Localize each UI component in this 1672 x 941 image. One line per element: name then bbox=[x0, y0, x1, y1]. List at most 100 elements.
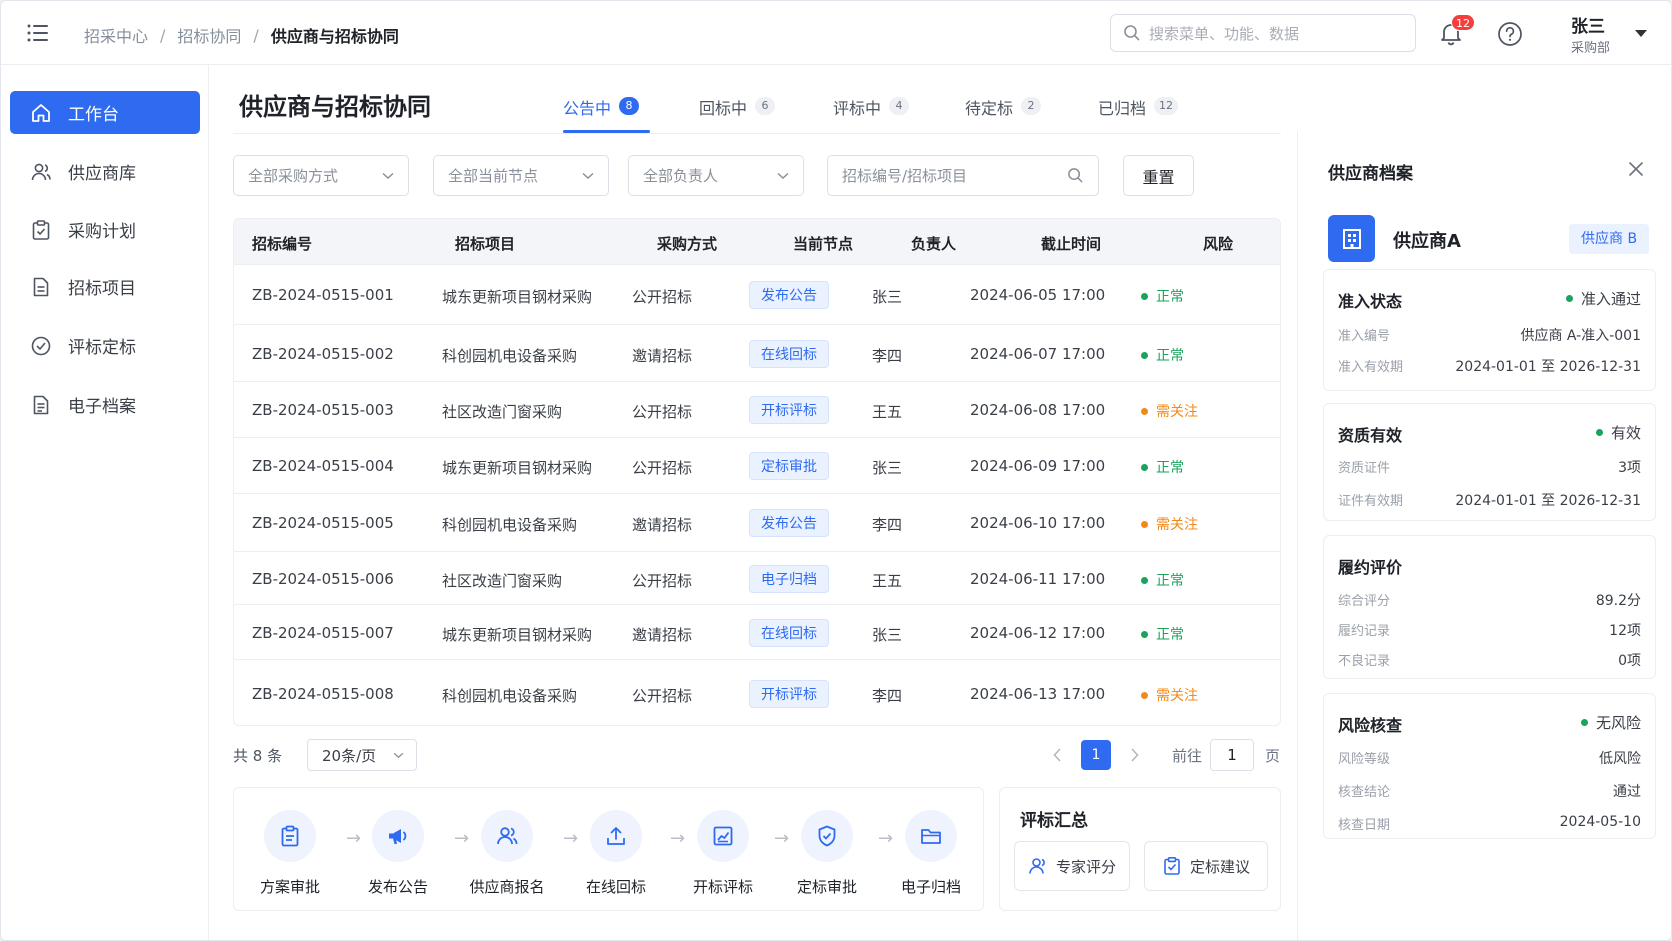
tab-pending-award[interactable]: 待定标 2 bbox=[965, 89, 1042, 133]
sidebar-item-workbench[interactable]: 工作台 bbox=[10, 91, 200, 134]
supplier-profile-panel: 供应商档案 供应商A 供应商 B 准入状态 准入通过 准入编号 供应商 A-准入-… bbox=[1297, 131, 1671, 940]
risk-text: 需关注 bbox=[1156, 517, 1198, 533]
flow-step-e-archive[interactable]: 电子归档 bbox=[886, 810, 976, 897]
award-suggestion-button[interactable]: 定标建议 bbox=[1144, 841, 1268, 891]
supplier-switch-tag[interactable]: 供应商 B bbox=[1569, 224, 1650, 254]
method-filter-select[interactable]: 全部采购方式 bbox=[233, 155, 409, 196]
reset-button[interactable]: 重置 bbox=[1123, 155, 1194, 196]
tender-search-input[interactable]: 招标编号/招标项目 bbox=[827, 155, 1099, 196]
info-value: 2024-01-01 至 2026-12-31 bbox=[1455, 359, 1641, 375]
tab-count-badge: 8 bbox=[619, 97, 640, 115]
sidebar-item-procurement-plan[interactable]: 采购计划 bbox=[10, 208, 200, 251]
tab-announcing[interactable]: 公告中 8 bbox=[563, 89, 640, 133]
table-row[interactable]: ZB-2024-0515-006 社区改造门窗采购 公开招标 王五 2024-06-11… bbox=[234, 551, 1280, 604]
page-size-select[interactable]: 20条/页 bbox=[307, 739, 417, 771]
tender-code-cell: ZB-2024-0515-001 bbox=[252, 286, 394, 304]
menu-icon[interactable] bbox=[27, 23, 49, 43]
sidebar-item-label: 供应商库 bbox=[68, 164, 136, 184]
tab-count-badge: 4 bbox=[889, 97, 910, 115]
chart-icon bbox=[713, 826, 733, 846]
status-dot bbox=[1565, 295, 1573, 302]
flow-step-registration[interactable]: 供应商报名 bbox=[462, 810, 552, 897]
flow-step-award-approval[interactable]: 定标审批 bbox=[782, 810, 872, 897]
prev-page-icon[interactable] bbox=[1053, 748, 1061, 762]
deadline-cell: 2024-06-10 17:00 bbox=[970, 514, 1106, 532]
notification-badge: 12 bbox=[1451, 14, 1475, 31]
flow-step-plan-approval[interactable]: 方案审批 bbox=[245, 810, 335, 897]
project-name-cell: 社区改造门窗采购 bbox=[442, 572, 563, 590]
global-search-input[interactable]: 搜索菜单、功能、数据 bbox=[1110, 14, 1416, 52]
tabs-divider bbox=[233, 133, 1281, 134]
risk-text: 正常 bbox=[1156, 460, 1184, 476]
goto-page-input[interactable]: 1 bbox=[1210, 739, 1254, 771]
flow-step-online-bid[interactable]: 在线回标 bbox=[571, 810, 661, 897]
current-node-tag[interactable]: 开标评标 bbox=[749, 396, 829, 424]
info-row: 资质证件 3项 bbox=[1338, 457, 1641, 477]
help-icon[interactable] bbox=[1497, 21, 1523, 47]
table-row[interactable]: ZB-2024-0515-003 社区改造门窗采购 公开招标 王五 2024-06-08… bbox=[234, 381, 1280, 437]
flow-step-publish[interactable]: 发布公告 bbox=[353, 810, 443, 897]
risk-text: 正常 bbox=[1156, 573, 1184, 589]
current-node-tag[interactable]: 开标评标 bbox=[749, 680, 829, 708]
owner-cell: 张三 bbox=[872, 626, 903, 644]
column-header: 负责人 bbox=[911, 235, 957, 253]
qualification-card: 资质有效 有效 资质证件 3项 证件有效期 2024-01-01 至 2026-12… bbox=[1323, 403, 1656, 521]
project-name-cell: 科创园机电设备采购 bbox=[442, 516, 578, 534]
user-name[interactable]: 张三 bbox=[1571, 12, 1605, 37]
breadcrumb-item[interactable]: 招标协同 bbox=[177, 23, 241, 47]
node-filter-select[interactable]: 全部当前节点 bbox=[433, 155, 609, 196]
expert-score-button[interactable]: 专家评分 bbox=[1014, 841, 1130, 891]
select-value: 全部负责人 bbox=[643, 167, 719, 185]
users-icon bbox=[31, 163, 51, 180]
tab-count-badge: 6 bbox=[755, 97, 776, 115]
next-page-icon[interactable] bbox=[1131, 748, 1139, 762]
column-header: 当前节点 bbox=[793, 235, 854, 253]
tab-bidding[interactable]: 回标中 6 bbox=[699, 89, 776, 133]
tab-evaluating[interactable]: 评标中 4 bbox=[833, 89, 910, 133]
owner-cell: 王五 bbox=[872, 572, 903, 590]
close-icon[interactable] bbox=[1628, 161, 1644, 177]
table-row[interactable]: ZB-2024-0515-004 城东更新项目钢材采购 公开招标 张三 2024-06-… bbox=[234, 437, 1280, 493]
owner-cell: 李四 bbox=[872, 516, 903, 534]
page-number-current[interactable]: 1 bbox=[1081, 740, 1111, 770]
tender-code-cell: ZB-2024-0515-005 bbox=[252, 514, 394, 532]
info-label: 准入编号 bbox=[1338, 329, 1391, 344]
tab-label: 已归档 bbox=[1098, 99, 1147, 118]
project-name-cell: 城东更新项目钢材采购 bbox=[442, 459, 593, 477]
info-value: 通过 bbox=[1613, 784, 1641, 800]
current-node-tag[interactable]: 定标审批 bbox=[749, 452, 829, 480]
sidebar-item-supplier-library[interactable]: 供应商库 bbox=[10, 150, 200, 193]
user-menu-caret-icon[interactable] bbox=[1635, 30, 1647, 37]
table-row[interactable]: ZB-2024-0515-008 科创园机电设备采购 公开招标 李四 2024-06-1… bbox=[234, 659, 1280, 725]
tab-archived[interactable]: 已归档 12 bbox=[1098, 89, 1179, 133]
chevron-down-icon bbox=[393, 752, 404, 758]
sidebar-item-evaluation[interactable]: 评标定标 bbox=[10, 324, 200, 367]
breadcrumb-item[interactable]: 招采中心 bbox=[84, 23, 148, 47]
info-value: 89.2分 bbox=[1595, 593, 1641, 609]
deadline-cell: 2024-06-11 17:00 bbox=[970, 570, 1106, 588]
table-row[interactable]: ZB-2024-0515-005 科创园机电设备采购 邀请招标 李四 2024-06-1… bbox=[234, 493, 1280, 551]
current-node-tag[interactable]: 电子归档 bbox=[749, 565, 829, 593]
current-node-tag[interactable]: 发布公告 bbox=[749, 509, 829, 537]
risk-dot bbox=[1141, 630, 1148, 638]
tab-label: 公告中 bbox=[563, 99, 612, 118]
sidebar-item-e-archive[interactable]: 电子档案 bbox=[10, 383, 200, 426]
table-row[interactable]: ZB-2024-0515-001 城东更新项目钢材采购 公开招标 张三 2024-06-… bbox=[234, 264, 1280, 324]
tab-label: 回标中 bbox=[699, 99, 748, 118]
owner-filter-select[interactable]: 全部负责人 bbox=[628, 155, 804, 196]
search-placeholder: 搜索菜单、功能、数据 bbox=[1149, 24, 1300, 43]
tab-label: 评标中 bbox=[833, 99, 882, 118]
current-node-tag[interactable]: 发布公告 bbox=[749, 281, 829, 309]
flow-step-circle bbox=[801, 810, 853, 862]
table-row[interactable]: ZB-2024-0515-007 城东更新项目钢材采购 邀请招标 张三 2024-06-… bbox=[234, 604, 1280, 659]
current-node-tag[interactable]: 在线回标 bbox=[749, 619, 829, 647]
sidebar-item-tender-projects[interactable]: 招标项目 bbox=[10, 265, 200, 308]
current-node-tag[interactable]: 在线回标 bbox=[749, 340, 829, 368]
flow-step-bid-opening[interactable]: 开标评标 bbox=[678, 810, 768, 897]
info-label: 综合评分 bbox=[1338, 594, 1391, 609]
process-flow: 方案审批 → 发布公告 → 供应商报名 → 在线回标 → 开标评标 → 定标审批… bbox=[233, 787, 984, 911]
risk-dot bbox=[1141, 463, 1148, 471]
procurement-method-cell: 公开招标 bbox=[632, 459, 693, 477]
table-row[interactable]: ZB-2024-0515-002 科创园机电设备采购 邀请招标 李四 2024-06-0… bbox=[234, 324, 1280, 381]
tab-count-badge: 2 bbox=[1021, 97, 1042, 115]
